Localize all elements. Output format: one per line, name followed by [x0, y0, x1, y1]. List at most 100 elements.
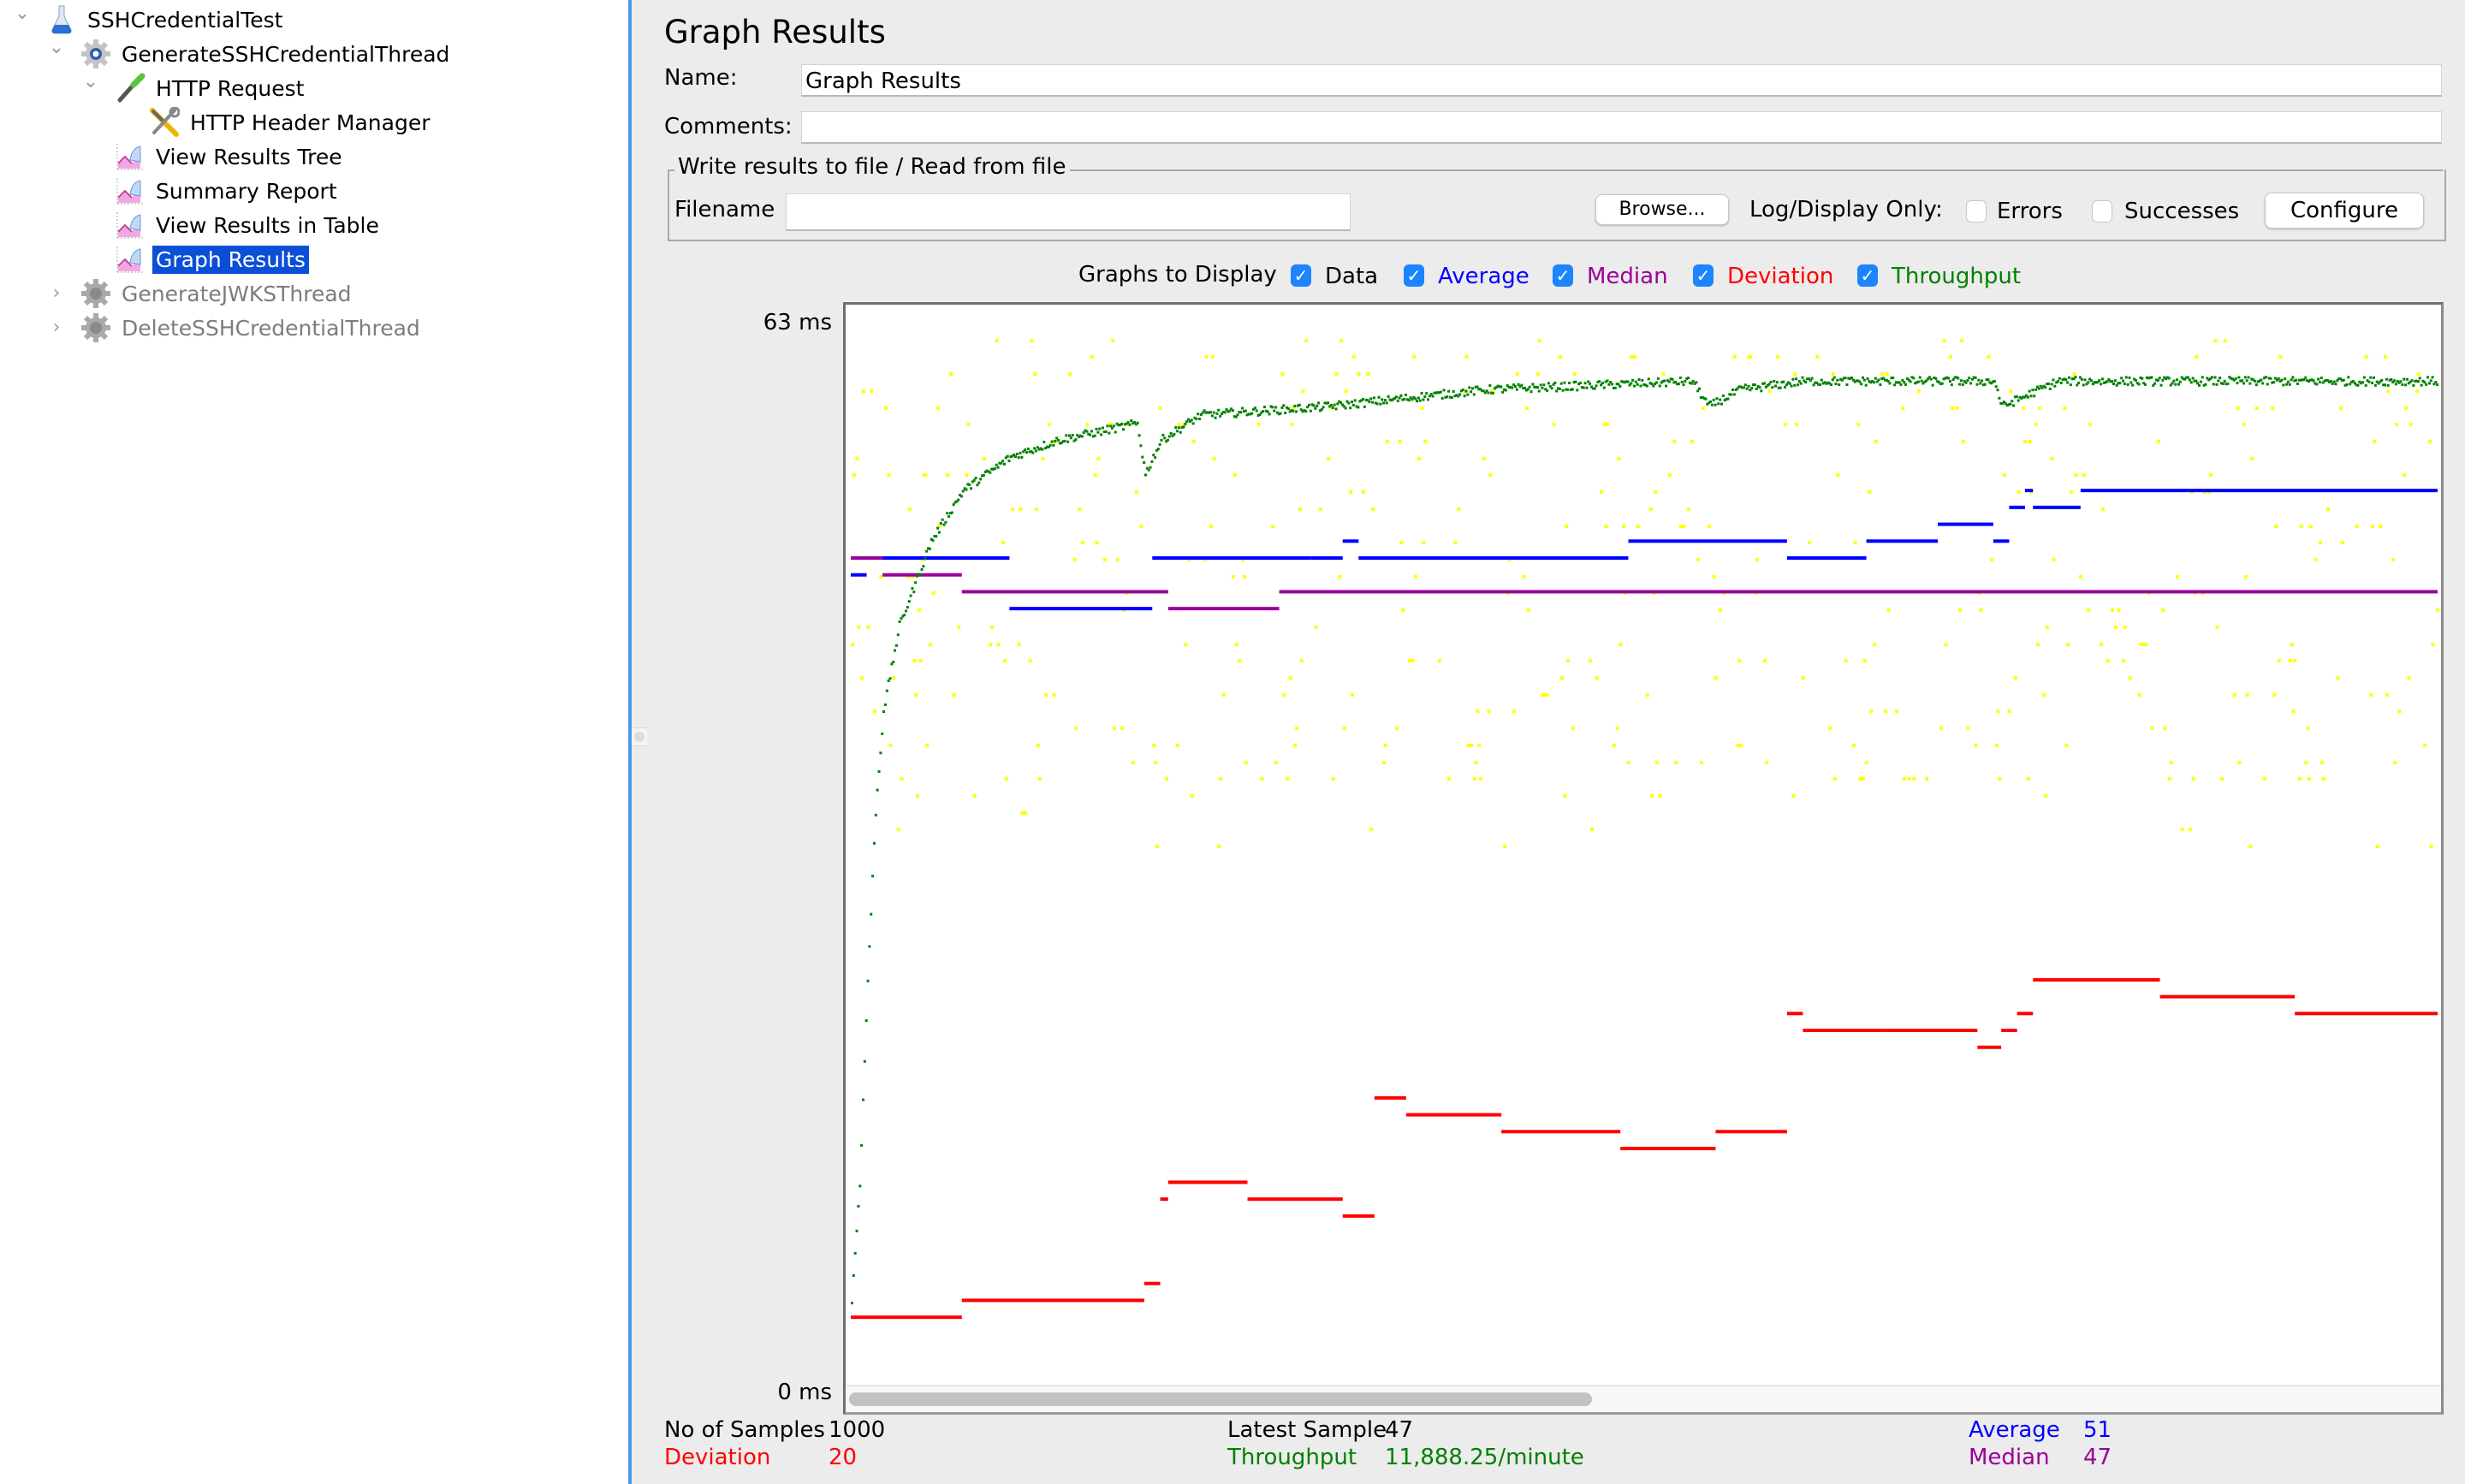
data-point [1152, 744, 1156, 747]
test-plan-tree[interactable]: ⌄ SSHCredentialTest ⌄ GenerateSSHCredential… [0, 0, 632, 1484]
throughput-point [1244, 409, 1247, 413]
tree-node-sshcredentialtest[interactable]: ⌄ SSHCredentialTest [15, 3, 286, 36]
throughput-point [1381, 398, 1384, 401]
name-field[interactable]: Graph Results [801, 64, 2442, 97]
throughput-point [1050, 440, 1054, 443]
filename-field[interactable] [786, 193, 1351, 231]
data-point [1095, 541, 1099, 544]
throughput-point [2426, 376, 2430, 379]
throughput-point [1147, 468, 1150, 472]
configure-button[interactable]: Configure [2265, 193, 2424, 229]
deviation-checkbox[interactable]: ✓ [1693, 264, 1714, 287]
median-checkbox[interactable]: ✓ [1553, 264, 1573, 287]
browse-button[interactable]: Browse... [1595, 194, 1729, 225]
throughput-point [1106, 424, 1109, 428]
throughput-point [1351, 403, 1355, 407]
tree-node-view-results-in-table[interactable]: View Results in Table [115, 209, 383, 241]
data-point [1080, 541, 1084, 544]
throughput-point [1394, 395, 1398, 399]
average-segment [1993, 539, 2010, 543]
throughput-point [1696, 389, 1700, 393]
tree-node-label: View Results Tree [156, 144, 342, 169]
data-point [1987, 355, 1991, 359]
tree-node-generatejwksthread[interactable]: › GenerateJWKSThread [53, 277, 355, 310]
tree-node-deletesshcredentialthread[interactable]: › DeleteSSHCredentialThread [53, 312, 424, 344]
throughput-point [2059, 382, 2063, 385]
data-point [2087, 608, 2091, 612]
throughput-point [1720, 402, 1723, 406]
throughput-point [2282, 383, 2285, 387]
throughput-point [2369, 376, 2373, 379]
tree-node-graph-results[interactable]: Graph Results [115, 243, 309, 276]
throughput-point [1773, 379, 1776, 383]
throughput-point [2058, 377, 2061, 380]
chevron-right-icon[interactable]: › [48, 318, 65, 337]
data-point [1036, 744, 1040, 747]
tree-node-summary-report[interactable]: Summary Report [115, 175, 341, 207]
chevron-down-icon[interactable]: ⌄ [14, 4, 31, 23]
filename-label: Filename [674, 197, 775, 223]
successes-checkbox[interactable] [2092, 200, 2112, 223]
successes-label: Successes [2124, 199, 2240, 224]
throughput-point [1611, 383, 1614, 386]
data-point [1690, 440, 1694, 443]
throughput-point [1690, 382, 1693, 385]
throughput-point [1637, 378, 1641, 382]
throughput-point [931, 538, 935, 542]
throughput-point [1719, 398, 1722, 401]
throughput-point [1295, 410, 1298, 413]
throughput-point [1585, 386, 1589, 389]
throughput-point [2100, 377, 2104, 381]
data-point [1282, 693, 1286, 697]
throughput-point [1601, 382, 1604, 385]
data-point [866, 626, 870, 629]
tree-node-http-request[interactable]: ⌄ HTTP Request [83, 72, 307, 104]
data-point [2044, 794, 2048, 798]
throughput-point [1958, 383, 1962, 386]
graphs-to-display-label: Graphs to Display [1078, 262, 1277, 288]
data-point [936, 407, 941, 410]
errors-checkbox[interactable] [1966, 200, 1987, 223]
throughput-point [2431, 376, 2434, 379]
data-point [2046, 626, 2050, 629]
throughput-point [2177, 383, 2180, 386]
throughput-point [979, 478, 983, 481]
data-point [2385, 693, 2389, 697]
data-point [2431, 643, 2435, 646]
data-checkbox[interactable]: ✓ [1291, 264, 1311, 287]
chevron-down-icon[interactable]: ⌄ [48, 39, 65, 57]
data-point [1017, 643, 1021, 646]
data-point [896, 828, 900, 831]
data-point [1318, 508, 1322, 511]
throughput-point [2037, 387, 2040, 390]
throughput-point [1583, 382, 1587, 385]
throughput-point [1309, 409, 1312, 413]
chevron-right-icon[interactable]: › [48, 284, 65, 303]
throughput-checkbox[interactable]: ✓ [1857, 264, 1878, 287]
comments-field[interactable] [801, 111, 2442, 144]
throughput-point [885, 689, 888, 692]
deviation-segment [1803, 1029, 1883, 1032]
throughput-point [2064, 378, 2068, 382]
median-segment [1279, 590, 2438, 594]
throughput-point [1613, 386, 1617, 389]
tree-node-label: Summary Report [156, 178, 337, 204]
data-point [2277, 659, 2281, 662]
throughput-stat-label: Throughput [1227, 1445, 1357, 1470]
throughput-point [1293, 404, 1297, 407]
throughput-point [1774, 384, 1778, 388]
data-point [1864, 761, 1868, 764]
throughput-point [2264, 376, 2267, 379]
samples-stat-label: No of Samples [664, 1417, 825, 1443]
average-checkbox[interactable]: ✓ [1404, 264, 1424, 287]
tree-node-view-results-tree[interactable]: View Results Tree [115, 140, 346, 173]
data-point [1422, 541, 1426, 544]
average-segment [1786, 556, 1867, 560]
tree-node-http-header-manager[interactable]: HTTP Header Manager [149, 106, 433, 139]
tree-node-generatesshcredentialthread[interactable]: ⌄ GenerateSSHCredentialThread [49, 38, 453, 70]
graph-horizontal-scrollbar[interactable] [846, 1385, 2441, 1412]
scrollbar-thumb[interactable] [849, 1392, 1592, 1406]
throughput-point [1215, 412, 1219, 415]
chevron-down-icon[interactable]: ⌄ [82, 73, 99, 92]
throughput-point [1931, 383, 1934, 387]
